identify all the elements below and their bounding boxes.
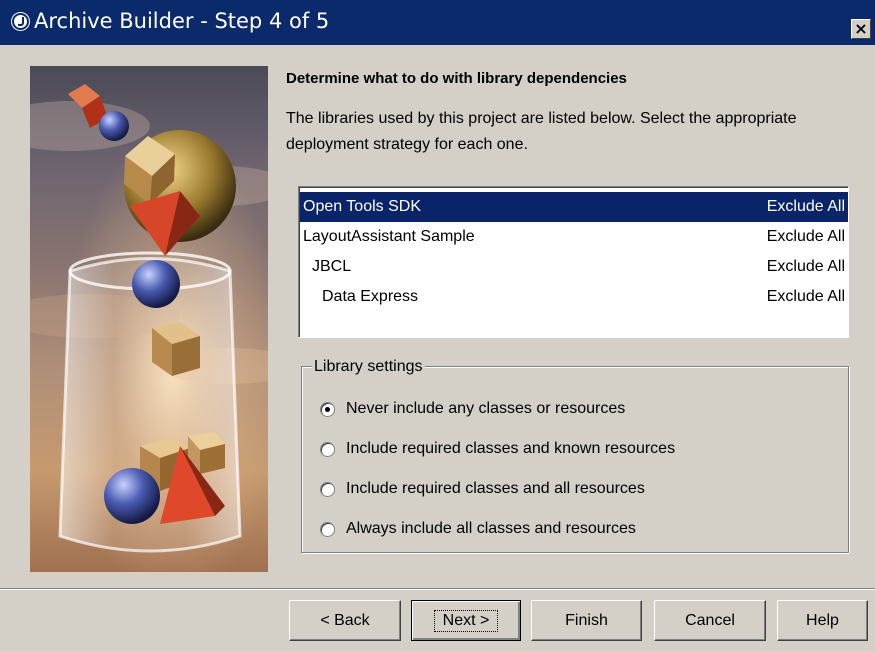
- library-strategy: Exclude All: [766, 228, 845, 245]
- library-name: JBCL: [312, 258, 352, 275]
- library-row[interactable]: LayoutAssistant Sample Exclude All: [300, 222, 848, 252]
- help-button-label: Help: [806, 612, 839, 629]
- radio-button[interactable]: [320, 442, 335, 457]
- finish-button[interactable]: Finish: [531, 600, 642, 641]
- next-button[interactable]: Next >: [411, 600, 521, 641]
- help-button[interactable]: Help: [777, 600, 868, 641]
- back-button-label: < Back: [320, 612, 370, 629]
- step-heading: Determine what to do with library depend…: [286, 70, 627, 87]
- library-settings-legend: Library settings: [312, 358, 425, 376]
- button-bar-separator: [0, 588, 875, 590]
- radio-button[interactable]: [320, 522, 335, 537]
- radio-button-selected[interactable]: [320, 402, 335, 417]
- library-strategy: Exclude All: [766, 198, 845, 215]
- close-icon: ×: [854, 19, 868, 38]
- wizard-illustration: [30, 66, 268, 572]
- close-button[interactable]: ×: [851, 19, 871, 39]
- cancel-button[interactable]: Cancel: [654, 600, 766, 641]
- library-strategy: Exclude All: [766, 288, 845, 305]
- library-row[interactable]: Open Tools SDK Exclude All: [300, 192, 848, 222]
- cancel-button-label: Cancel: [685, 612, 735, 629]
- title-bar[interactable]: Archive Builder - Step 4 of 5 ×: [0, 0, 875, 45]
- radio-label: Always include all classes and resources: [346, 520, 636, 537]
- library-name: Data Express: [322, 288, 419, 305]
- library-strategy: Exclude All: [766, 258, 845, 275]
- wizard-illustration-graphic: [30, 84, 268, 553]
- library-name: LayoutAssistant Sample: [303, 228, 475, 245]
- radio-label: Never include any classes or resources: [346, 400, 626, 417]
- back-button[interactable]: < Back: [289, 600, 401, 641]
- window-title: Archive Builder - Step 4 of 5: [34, 9, 330, 33]
- jbuilder-logo-icon: [12, 13, 29, 30]
- archive-builder-dialog: Archive Builder - Step 4 of 5 × Determin…: [0, 0, 875, 651]
- library-row[interactable]: JBCL Exclude All: [300, 252, 848, 282]
- radio-label: Include required classes and all resourc…: [346, 480, 645, 497]
- library-dependency-list[interactable]: Open Tools SDK Exclude All LayoutAssista…: [298, 186, 849, 338]
- radio-label: Include required classes and known resou…: [346, 440, 676, 457]
- finish-button-label: Finish: [565, 612, 608, 629]
- library-name: Open Tools SDK: [303, 198, 421, 215]
- library-row[interactable]: Data Express Exclude All: [300, 282, 848, 312]
- next-button-label: Next >: [433, 610, 499, 632]
- step-description: The libraries used by this project are l…: [286, 110, 797, 153]
- radio-button[interactable]: [320, 482, 335, 497]
